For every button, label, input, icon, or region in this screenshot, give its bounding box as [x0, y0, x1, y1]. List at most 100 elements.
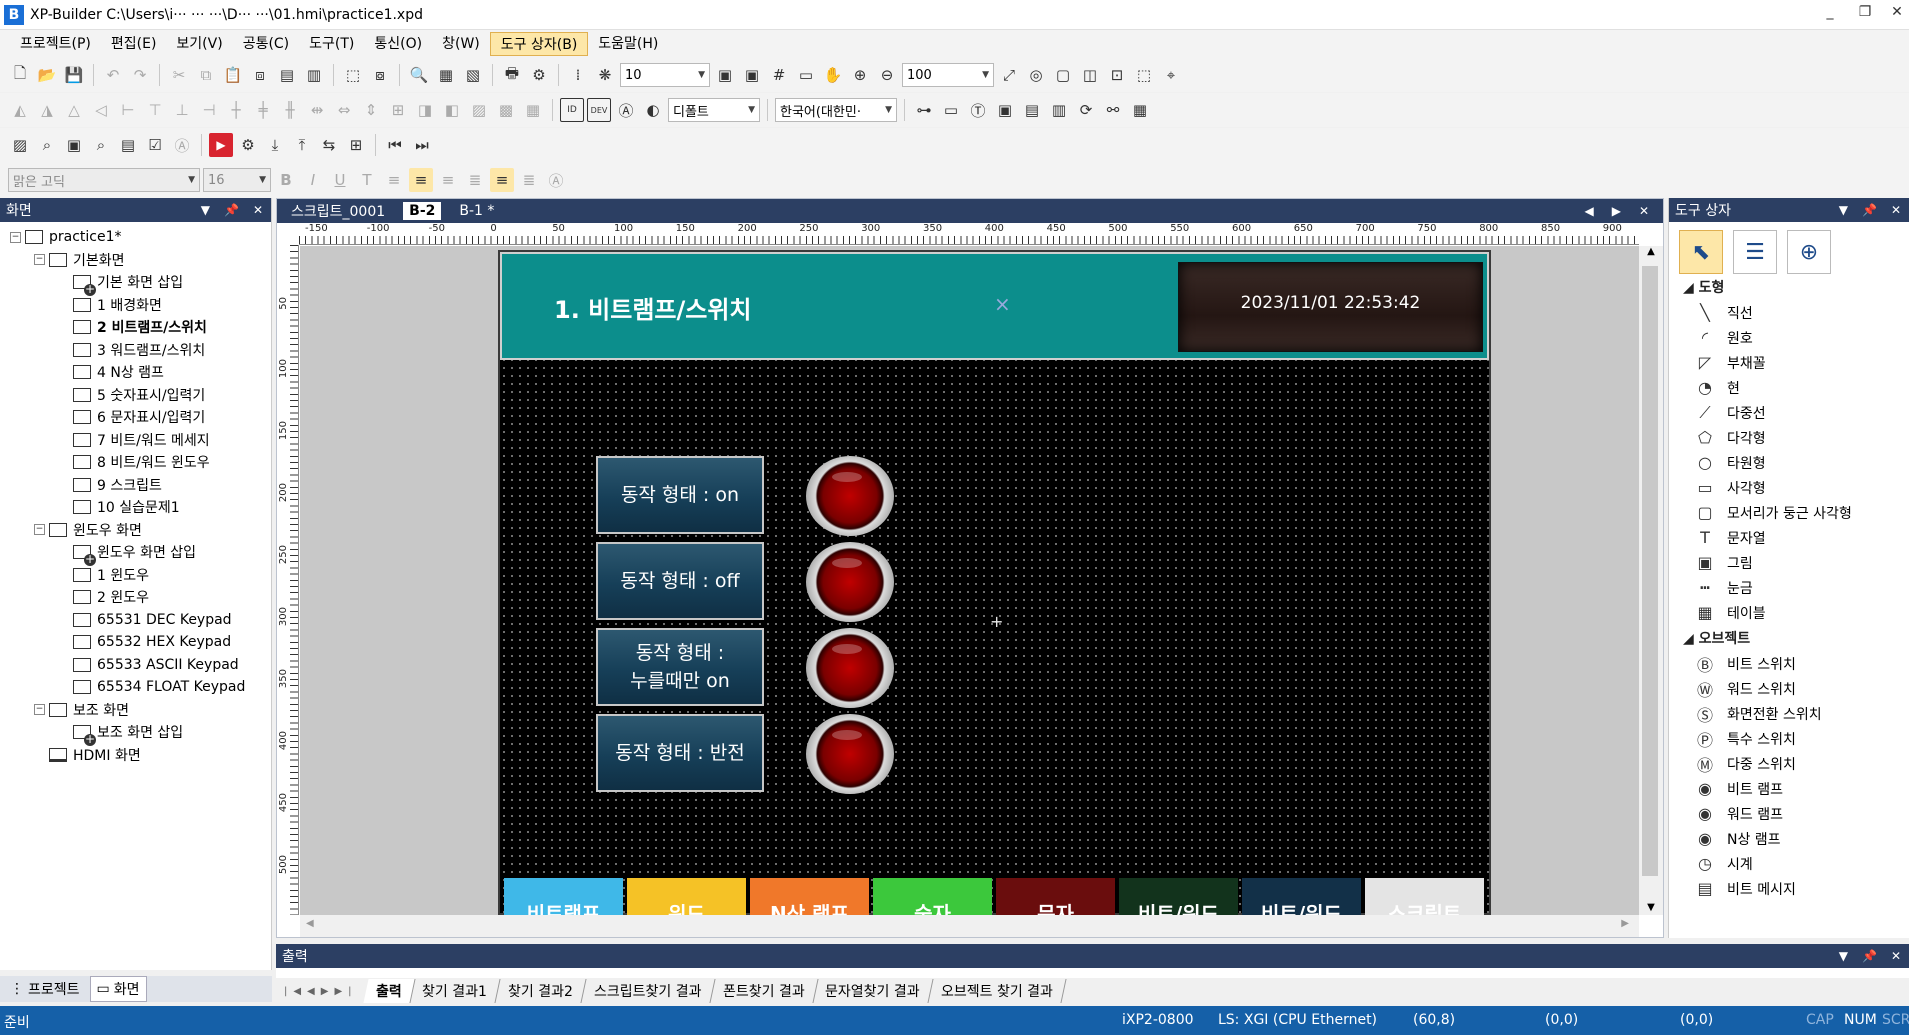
maximize-button[interactable]: ❐	[1850, 4, 1880, 20]
align-middle-icon[interactable]: ╫	[278, 98, 302, 122]
paste-icon[interactable]: 📋	[221, 63, 245, 87]
zoom-select-icon[interactable]: ⊡	[1105, 63, 1129, 87]
tab-script[interactable]: 스크립트_0001	[285, 200, 391, 222]
flip-right-icon[interactable]: ◮	[35, 98, 59, 122]
nav-button[interactable]: 문자	[996, 878, 1115, 918]
tree-item[interactable]: 65534 FLOAT Keypad	[0, 676, 271, 699]
dropdown-icon[interactable]: ▼	[1839, 203, 1848, 217]
align-text-right-icon[interactable]: ≡	[436, 168, 460, 192]
zoom-combo[interactable]: 100 ▼	[902, 63, 994, 87]
tree-item[interactable]: − 보조 화면	[0, 699, 271, 722]
message-icon[interactable]: ▥	[1047, 98, 1071, 122]
menu-tools[interactable]: 도구(T)	[299, 32, 364, 56]
tree-item[interactable]: 3 워드램프/스위치	[0, 339, 271, 362]
screen-paste-icon[interactable]: ▥	[302, 63, 326, 87]
window-icon[interactable]: ▭	[939, 98, 963, 122]
nav-button[interactable]: 비트/워드	[1119, 878, 1238, 918]
ruler-icon[interactable]: ▭	[794, 63, 818, 87]
close-icon[interactable]: ✕	[1891, 203, 1901, 217]
bit-switch-off[interactable]: 동작 형태 : off	[596, 542, 764, 620]
save-icon[interactable]: 💾	[62, 63, 86, 87]
menu-project[interactable]: 프로젝트(P)	[10, 32, 101, 56]
output-tab[interactable]: 스크립트찾기 결과	[581, 979, 716, 1003]
simulator-run-icon[interactable]: ▶	[209, 133, 233, 157]
distribute-h-icon[interactable]: ⇹	[305, 98, 329, 122]
valign-top-icon[interactable]: ≣	[463, 168, 487, 192]
language-icon[interactable]: Ⓐ	[614, 98, 638, 122]
id-icon[interactable]: ID	[560, 98, 584, 122]
select-region-icon[interactable]: ⬚	[341, 63, 365, 87]
align-left-icon[interactable]: ⊢	[116, 98, 140, 122]
vertical-scrollbar[interactable]: ▲ ▼	[1639, 246, 1663, 915]
horizontal-scrollbar[interactable]: ◀ ▶	[300, 915, 1639, 937]
italic-icon[interactable]: I	[301, 168, 325, 192]
recipe-icon[interactable]: ▣	[993, 98, 1017, 122]
logging-icon[interactable]: ⟳	[1074, 98, 1098, 122]
collapse-icon[interactable]: −	[34, 524, 45, 536]
grid-size-combo[interactable]: 10 ▼	[620, 63, 710, 87]
minimize-button[interactable]: _	[1815, 4, 1845, 20]
toolbox-item[interactable]: ▤ 비트 메시지	[1669, 876, 1909, 901]
bold-icon[interactable]: B	[274, 168, 298, 192]
tree-view-icon[interactable]: ⊶	[912, 98, 936, 122]
align-bottom-icon[interactable]: ⊥	[170, 98, 194, 122]
grid-icon[interactable]: #	[767, 63, 791, 87]
nav-button[interactable]: 비트램프	[504, 878, 623, 918]
menu-comm[interactable]: 통신(O)	[364, 32, 432, 56]
compare-icon[interactable]: ⊞	[344, 133, 368, 157]
triangle-icon[interactable]: △	[62, 98, 86, 122]
menu-toolbox[interactable]: 도구 상자(B)	[489, 32, 589, 56]
forward-icon[interactable]: ▨	[467, 98, 491, 122]
hmi-screen[interactable]: 1. 비트램프/스위치 × 2023/11/01 22:53:42 동작 형태 …	[498, 250, 1491, 918]
style-combo[interactable]: 디폴트 ▼	[668, 98, 760, 122]
open-folder-icon[interactable]: 📂	[35, 63, 59, 87]
zoom-in-icon[interactable]: ⊕	[848, 63, 872, 87]
undo-icon[interactable]: ↶	[101, 63, 125, 87]
toolbox-item[interactable]: ○ 타원형	[1669, 450, 1909, 475]
compile-icon[interactable]: ⚙	[527, 63, 551, 87]
redo-icon[interactable]: ↷	[128, 63, 152, 87]
duplicate-icon[interactable]: ⧈	[248, 63, 272, 87]
toolbox-item[interactable]: Ⓟ 특수 스위치	[1669, 726, 1909, 751]
alarm-icon[interactable]: ▤	[1020, 98, 1044, 122]
screen-manager-icon[interactable]: ▨	[8, 133, 32, 157]
toolbox-item[interactable]: ▣ 그림	[1669, 550, 1909, 575]
zoom-out-icon[interactable]: ⊖	[875, 63, 899, 87]
group-icon[interactable]: ⧇	[368, 63, 392, 87]
tag-icon[interactable]: Ⓣ	[966, 98, 990, 122]
tab-screen[interactable]: ▭ 화면	[89, 976, 147, 1002]
bit-lamp-2[interactable]	[806, 542, 894, 622]
text-a-icon[interactable]: Ⓐ	[170, 133, 194, 157]
compile-settings-icon[interactable]: ⚙	[236, 133, 260, 157]
output-tab[interactable]: 찾기 결과1	[409, 979, 501, 1003]
zoom-width-icon[interactable]: ◫	[1078, 63, 1102, 87]
tree-item[interactable]: 9 스크립트	[0, 474, 271, 497]
backward-icon[interactable]: ▩	[494, 98, 518, 122]
tree-item[interactable]: − practice1*	[0, 226, 271, 249]
align-top-icon[interactable]: ⊤	[143, 98, 167, 122]
clock-object[interactable]: 2023/11/01 22:53:42	[1178, 262, 1483, 352]
tree-item[interactable]: 2 비트램프/스위치	[0, 316, 271, 339]
align-center-h-icon[interactable]: ╪	[251, 98, 275, 122]
toolbox-item[interactable]: ◉ 비트 램프	[1669, 776, 1909, 801]
tab-scroll-icon[interactable]: |◀◀▶▶|	[284, 986, 358, 997]
snap-icon[interactable]: ▣	[713, 63, 737, 87]
design-canvas[interactable]: 1. 비트램프/스위치 × 2023/11/01 22:53:42 동작 형태 …	[300, 246, 1639, 918]
toolbox-item[interactable]: Ⓦ 워드 스위치	[1669, 676, 1909, 701]
output-tab[interactable]: 찾기 결과2	[495, 979, 587, 1003]
pointer-tool-icon[interactable]: ⬉	[1679, 230, 1723, 274]
last-screen-icon[interactable]: ⏭	[410, 133, 434, 157]
network-icon[interactable]: ⚯	[1101, 98, 1125, 122]
pin-icon[interactable]: 📌	[1862, 203, 1877, 217]
font-color-icon[interactable]: Ⓐ	[544, 168, 568, 192]
font-combo[interactable]: 맑은 고딕 ▼	[8, 168, 200, 192]
bit-lamp-1[interactable]	[806, 456, 894, 536]
nav-button[interactable]: 스크립트	[1365, 878, 1484, 918]
collapse-icon[interactable]: −	[10, 231, 21, 243]
tree-item[interactable]: 2 윈도우	[0, 586, 271, 609]
tree-item[interactable]: 보조 화면 삽입	[0, 721, 271, 747]
nav-button[interactable]: 비트/워드	[1242, 878, 1361, 918]
toolbox-item[interactable]: Ⓜ 다중 스위치	[1669, 751, 1909, 776]
tab-project[interactable]: ⋮ 프로젝트	[4, 977, 86, 1001]
scroll-down-icon[interactable]: ▼	[1639, 902, 1663, 913]
